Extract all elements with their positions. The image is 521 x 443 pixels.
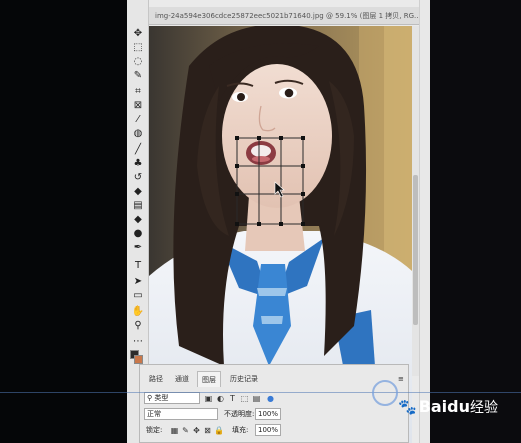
move-tool-icon[interactable]: ✥	[131, 28, 145, 40]
panel-menu-icon[interactable]: ≡	[398, 373, 404, 385]
frame-tool-icon[interactable]: ⊠	[131, 100, 145, 112]
baidu-jingyan-watermark: 🐾 Baidu经验	[398, 394, 518, 420]
filter-pixel-icon[interactable]: ▣	[204, 394, 213, 403]
quick-select-tool-icon[interactable]: ✎	[131, 70, 145, 82]
right-dark-area	[430, 0, 521, 443]
watermark-brand: Baidu	[418, 397, 471, 416]
crop-tool-icon[interactable]: ⌗	[131, 86, 145, 98]
blur-tool-icon[interactable]: ◆	[131, 214, 145, 226]
tab-layers[interactable]: 图层	[197, 371, 221, 387]
fill-label: 填充:	[232, 426, 249, 434]
filter-smart-object-icon[interactable]: ▤	[252, 394, 261, 403]
eraser-tool-icon[interactable]: ◆	[131, 186, 145, 198]
background-color-swatch[interactable]	[134, 355, 143, 364]
path-select-tool-icon[interactable]: ➤	[131, 276, 145, 288]
scrollbar-thumb[interactable]	[413, 175, 418, 325]
marquee-tool-icon[interactable]: ⬚	[131, 42, 145, 54]
filter-adjustment-icon[interactable]: ◐	[216, 394, 225, 403]
opacity-input[interactable]: 100%	[255, 408, 281, 420]
eyedropper-tool-icon[interactable]: ⁄	[131, 114, 145, 126]
type-tool-icon[interactable]: T	[131, 260, 145, 272]
brush-tool-icon[interactable]: ╱	[131, 144, 145, 156]
rectangle-tool-icon[interactable]: ▭	[131, 290, 145, 302]
left-dark-area	[0, 0, 127, 443]
tab-history[interactable]: 历史记录	[224, 371, 264, 387]
lasso-tool-icon[interactable]: ◌	[131, 56, 145, 68]
video-progress-line[interactable]	[0, 392, 521, 393]
zoom-tool-icon[interactable]: ⚲	[131, 320, 145, 332]
filter-type-icon[interactable]: T	[228, 394, 237, 403]
lock-label: 锁定:	[146, 426, 163, 434]
document-tab[interactable]: img-24a594e306cdce25872eec5021b71640.jpg…	[149, 7, 419, 25]
filter-toggle-icon[interactable]: ●	[266, 394, 275, 403]
watermark-product: 经验	[470, 400, 499, 416]
gradient-tool-icon[interactable]: ▤	[131, 200, 145, 212]
baidu-paw-icon: 🐾	[398, 398, 417, 416]
dodge-tool-icon[interactable]: ●	[131, 228, 145, 240]
photoshop-window: ✥ ⬚ ◌ ✎ ⌗ ⊠ ⁄ ◍ ╱ ♣ ↺ ◆ ▤ ◆ ● ✒ T ➤ ▭ ✋ ⚲ ⋯ img-24a594e306cdc…	[127, 0, 419, 443]
layer-filter-label: 类型	[154, 394, 169, 402]
lock-all-icon[interactable]: 🔒	[214, 426, 224, 435]
tab-paths[interactable]: 路径	[144, 371, 168, 387]
history-brush-tool-icon[interactable]: ↺	[131, 172, 145, 184]
lock-image-icon[interactable]: ✎	[181, 426, 190, 435]
right-panel-strip	[419, 0, 430, 443]
lock-position-icon[interactable]: ✥	[192, 426, 201, 435]
hand-tool-icon[interactable]: ✋	[131, 306, 145, 318]
pen-tool-icon[interactable]: ✒	[131, 242, 145, 254]
video-progress-handle[interactable]	[372, 380, 398, 406]
lock-artboard-icon[interactable]: ⊠	[203, 426, 212, 435]
layer-filter-select[interactable]: ⚲ 类型	[144, 392, 200, 404]
opacity-label: 不透明度:	[224, 410, 255, 418]
more-tools-icon[interactable]: ⋯	[131, 336, 145, 348]
blend-mode-select[interactable]: 正常	[144, 408, 218, 420]
fill-input[interactable]: 100%	[255, 424, 281, 436]
tab-channels[interactable]: 通道	[170, 371, 194, 387]
blend-mode-value: 正常	[147, 410, 161, 418]
lock-transparent-icon[interactable]: ▦	[170, 426, 179, 435]
clone-stamp-tool-icon[interactable]: ♣	[131, 158, 145, 170]
healing-brush-tool-icon[interactable]: ◍	[131, 128, 145, 140]
filter-shape-icon[interactable]: ⬚	[240, 394, 249, 403]
layers-panel: 路径 通道 图层 历史记录 ≡ ⚲ 类型 ▣ ◐ T ⬚ ▤ ● 正常 不透明度…	[139, 364, 409, 443]
